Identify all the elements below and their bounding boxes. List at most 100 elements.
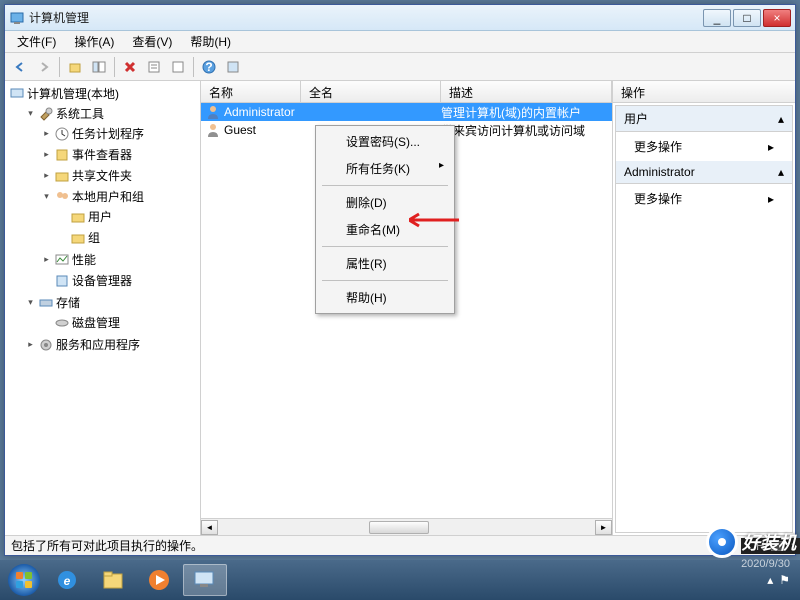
- svg-text:e: e: [64, 574, 71, 588]
- app-window: 计算机管理 _ □ × 文件(F) 操作(A) 查看(V) 帮助(H) ?: [4, 4, 796, 556]
- panel-button[interactable]: [88, 56, 110, 78]
- brand-text: 好装机: [742, 529, 796, 555]
- tray-arrow-icon[interactable]: ▴: [767, 573, 773, 587]
- tools-icon: [38, 106, 54, 122]
- actions-section-admin[interactable]: Administrator▴: [616, 161, 792, 184]
- user-icon: [205, 104, 221, 120]
- col-name[interactable]: 名称: [201, 81, 301, 102]
- taskbar-explorer[interactable]: [91, 564, 135, 596]
- menu-view[interactable]: 查看(V): [124, 31, 180, 52]
- submenu-icon: ▸: [768, 192, 774, 206]
- expand-icon[interactable]: ▸: [41, 254, 52, 265]
- system-tray[interactable]: ▴ ⚑: [767, 573, 796, 587]
- actions-header: 操作: [613, 81, 795, 103]
- ctx-help[interactable]: 帮助(H): [318, 284, 452, 311]
- tray-flag-icon[interactable]: ⚑: [779, 573, 790, 587]
- tree-storage[interactable]: ▾存储: [23, 293, 198, 312]
- perf-icon: [54, 252, 70, 268]
- app-icon: [9, 10, 25, 26]
- tree-shared-folders[interactable]: ▸共享文件夹: [39, 166, 198, 185]
- tree-system-tools[interactable]: ▾ 系统工具: [23, 104, 198, 123]
- forward-button[interactable]: [33, 56, 55, 78]
- expand-icon[interactable]: ▸: [41, 128, 52, 139]
- date-watermark: 2020/9/30: [741, 558, 790, 570]
- col-desc[interactable]: 描述: [441, 81, 612, 102]
- expand-icon[interactable]: ▸: [25, 339, 36, 350]
- computer-icon: [9, 86, 25, 102]
- scroll-left-button[interactable]: ◄: [201, 520, 218, 535]
- extra-button[interactable]: [222, 56, 244, 78]
- ctx-properties[interactable]: 属性(R): [318, 250, 452, 277]
- properties-button[interactable]: [143, 56, 165, 78]
- taskbar-compmgmt[interactable]: [183, 564, 227, 596]
- annotation-arrow: [409, 212, 459, 231]
- disk-icon: [54, 315, 70, 331]
- help-button[interactable]: ?: [198, 56, 220, 78]
- tree-performance[interactable]: ▸性能: [39, 250, 198, 269]
- tree-disk-mgmt[interactable]: 磁盘管理: [39, 313, 198, 332]
- tree-device-manager[interactable]: 设备管理器: [39, 271, 198, 290]
- statusbar: 包括了所有可对此项目执行的操作。: [5, 535, 795, 555]
- ctx-separator: [322, 246, 448, 247]
- collapse-icon[interactable]: ▴: [778, 165, 784, 179]
- menubar: 文件(F) 操作(A) 查看(V) 帮助(H): [5, 31, 795, 53]
- clock-icon: [54, 126, 70, 142]
- menu-help[interactable]: 帮助(H): [182, 31, 239, 52]
- menu-file[interactable]: 文件(F): [9, 31, 64, 52]
- event-icon: [54, 147, 70, 163]
- horizontal-scrollbar[interactable]: ◄ ►: [201, 518, 612, 535]
- expand-icon[interactable]: ▸: [41, 170, 52, 181]
- maximize-button[interactable]: □: [733, 9, 761, 27]
- actions-pane: 操作 用户▴ 更多操作▸ Administrator▴ 更多操作▸: [613, 81, 795, 535]
- ctx-all-tasks[interactable]: 所有任务(K): [318, 155, 452, 182]
- users-icon: [54, 189, 70, 205]
- back-button[interactable]: [9, 56, 31, 78]
- storage-icon: [38, 295, 54, 311]
- submenu-icon: ▸: [768, 140, 774, 154]
- minimize-button[interactable]: _: [703, 9, 731, 27]
- collapse-icon[interactable]: ▾: [25, 297, 36, 308]
- scroll-right-button[interactable]: ►: [595, 520, 612, 535]
- services-icon: [38, 337, 54, 353]
- folder-icon: [70, 209, 86, 225]
- titlebar[interactable]: 计算机管理 _ □ ×: [5, 5, 795, 31]
- scroll-thumb[interactable]: [369, 521, 429, 534]
- delete-button[interactable]: [119, 56, 141, 78]
- svg-text:?: ?: [205, 60, 212, 74]
- tree-event-viewer[interactable]: ▸事件查看器: [39, 145, 198, 164]
- brand-logo-icon: [706, 526, 738, 558]
- column-headers: 名称 全名 描述: [201, 81, 612, 103]
- share-icon: [54, 168, 70, 184]
- collapse-icon[interactable]: ▾: [41, 191, 52, 202]
- user-icon: [205, 122, 221, 138]
- tree-pane: 计算机管理(本地) ▾ 系统工具 ▸任务计划程序 ▸事件查看器: [5, 81, 201, 535]
- tree-services-apps[interactable]: ▸服务和应用程序: [23, 335, 198, 354]
- folder-icon: [70, 230, 86, 246]
- taskbar: e ▴ ⚑: [0, 560, 800, 600]
- actions-more-1[interactable]: 更多操作▸: [616, 132, 792, 161]
- ctx-separator: [322, 280, 448, 281]
- tree-users[interactable]: 用户: [55, 207, 198, 226]
- close-button[interactable]: ×: [763, 9, 791, 27]
- actions-more-2[interactable]: 更多操作▸: [616, 184, 792, 213]
- refresh-button[interactable]: [167, 56, 189, 78]
- menu-action[interactable]: 操作(A): [66, 31, 122, 52]
- collapse-icon[interactable]: ▴: [778, 112, 784, 126]
- taskbar-ie[interactable]: e: [45, 564, 89, 596]
- collapse-icon[interactable]: ▾: [25, 108, 36, 119]
- tree-local-users-groups[interactable]: ▾本地用户和组: [39, 187, 198, 206]
- user-row[interactable]: Administrator 管理计算机(域)的内置帐户: [201, 103, 612, 121]
- ctx-set-password[interactable]: 设置密码(S)...: [318, 128, 452, 155]
- expand-icon[interactable]: ▸: [41, 149, 52, 160]
- actions-section-users[interactable]: 用户▴: [616, 106, 792, 132]
- tree-task-scheduler[interactable]: ▸任务计划程序: [39, 124, 198, 143]
- toolbar: ?: [5, 53, 795, 81]
- tree-groups[interactable]: 组: [55, 228, 198, 247]
- up-button[interactable]: [64, 56, 86, 78]
- device-icon: [54, 273, 70, 289]
- taskbar-media[interactable]: [137, 564, 181, 596]
- ctx-separator: [322, 185, 448, 186]
- start-button[interactable]: [4, 560, 44, 600]
- col-fullname[interactable]: 全名: [301, 81, 441, 102]
- tree-root[interactable]: 计算机管理(本地): [7, 84, 198, 103]
